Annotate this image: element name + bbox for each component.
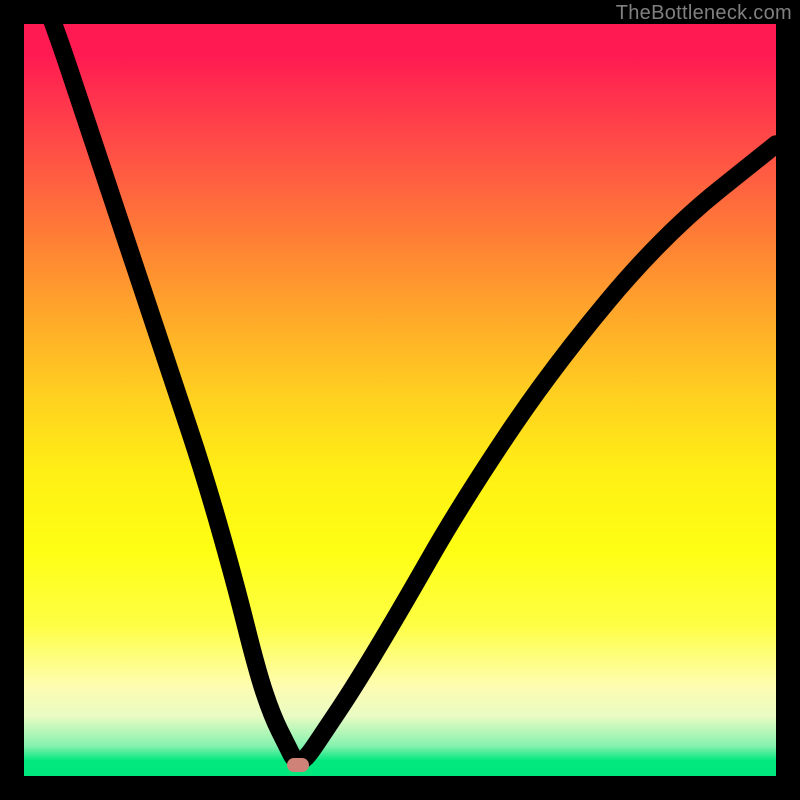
curve-svg [24, 24, 776, 776]
optimum-marker [287, 758, 309, 772]
chart-frame: TheBottleneck.com [0, 0, 800, 800]
watermark-text: TheBottleneck.com [616, 2, 792, 25]
plot-area [24, 24, 776, 776]
bottleneck-curve [24, 24, 776, 761]
